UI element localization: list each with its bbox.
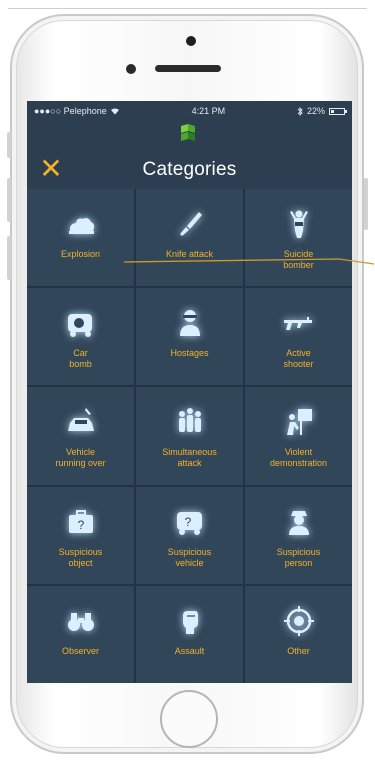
app-screen: ●●●○○ Pelephone 4:21 PM 22% ✕ Categories	[27, 101, 352, 683]
front-sensor	[186, 36, 196, 46]
category-other[interactable]: Other	[245, 585, 352, 683]
svg-text:?: ?	[77, 518, 84, 532]
volume-down-button	[7, 236, 11, 280]
category-label: Suspicious vehicle	[167, 546, 212, 568]
top-divider	[8, 8, 367, 9]
violent-demonstration-icon	[286, 409, 312, 436]
simultaneous-attack-icon	[178, 408, 201, 433]
earpiece-speaker	[155, 65, 221, 72]
app-logo-icon	[181, 124, 195, 141]
category-label: Suspicious person	[276, 546, 321, 568]
category-explosion[interactable]: Explosion	[27, 189, 134, 287]
category-car-bomb[interactable]: Car bomb	[27, 288, 134, 386]
category-hostages[interactable]: Hostages	[136, 288, 243, 386]
category-label: Observer	[61, 645, 99, 656]
home-button[interactable]	[160, 690, 218, 748]
category-label: Other	[287, 645, 310, 656]
category-observer[interactable]: Observer	[27, 585, 134, 683]
bluetooth-icon	[297, 106, 303, 116]
category-label: Simultaneous attack	[162, 447, 217, 469]
category-label: Car bomb	[69, 348, 92, 370]
page-title: Categories	[142, 159, 237, 180]
fist-icon	[182, 610, 198, 634]
category-assault[interactable]: Assault	[136, 585, 243, 683]
app-header: ✕ Categories	[27, 121, 352, 189]
category-suicide-bomber[interactable]: Suicide bomber	[245, 189, 352, 287]
carrier-label: ●●●○○ Pelephone	[34, 106, 107, 116]
suspicious-vehicle-icon: ?	[176, 511, 202, 535]
rifle-icon	[283, 317, 312, 331]
binoculars-icon	[67, 612, 94, 631]
category-label: Active shooter	[283, 348, 314, 370]
annotation-pointer-line	[124, 258, 374, 265]
target-icon	[283, 605, 314, 636]
svg-text:?: ?	[184, 515, 191, 529]
category-label: Suspicious object	[58, 546, 103, 568]
category-simultaneous-attack[interactable]: Simultaneous attack	[136, 387, 243, 485]
category-label: Explosion	[60, 249, 101, 259]
vehicle-running-over-icon	[67, 408, 94, 432]
mute-switch	[7, 132, 11, 158]
power-button	[364, 178, 368, 230]
category-suspicious-person[interactable]: Suspicious person	[245, 486, 352, 584]
category-label: Assault	[174, 645, 205, 656]
category-vehicle-running-over[interactable]: Vehicle running over	[27, 387, 134, 485]
hostages-icon	[179, 310, 200, 337]
explosion-icon	[68, 218, 94, 234]
suspicious-object-icon: ?	[68, 509, 93, 533]
status-bar: ●●●○○ Pelephone 4:21 PM 22%	[27, 101, 352, 121]
category-suspicious-object[interactable]: ? Suspicious object	[27, 486, 134, 584]
volume-up-button	[7, 178, 11, 222]
suspicious-person-icon	[288, 510, 309, 535]
wifi-icon	[110, 108, 119, 115]
front-camera	[126, 64, 136, 74]
category-knife-attack[interactable]: Knife attack	[136, 189, 243, 287]
category-active-shooter[interactable]: Active shooter	[245, 288, 352, 386]
knife-icon	[179, 212, 202, 236]
status-time: 4:21 PM	[191, 106, 226, 116]
battery-icon	[329, 107, 347, 115]
category-suspicious-vehicle[interactable]: ? Suspicious vehicle	[136, 486, 243, 584]
suicide-bomber-icon	[289, 210, 308, 238]
category-label: Violent demonstration	[269, 447, 328, 469]
category-label: Vehicle running over	[55, 447, 106, 469]
car-bomb-icon	[67, 314, 92, 338]
category-label: Hostages	[170, 348, 209, 359]
category-violent-demonstration[interactable]: Violent demonstration	[245, 387, 352, 485]
battery-percent: 22%	[306, 106, 325, 116]
